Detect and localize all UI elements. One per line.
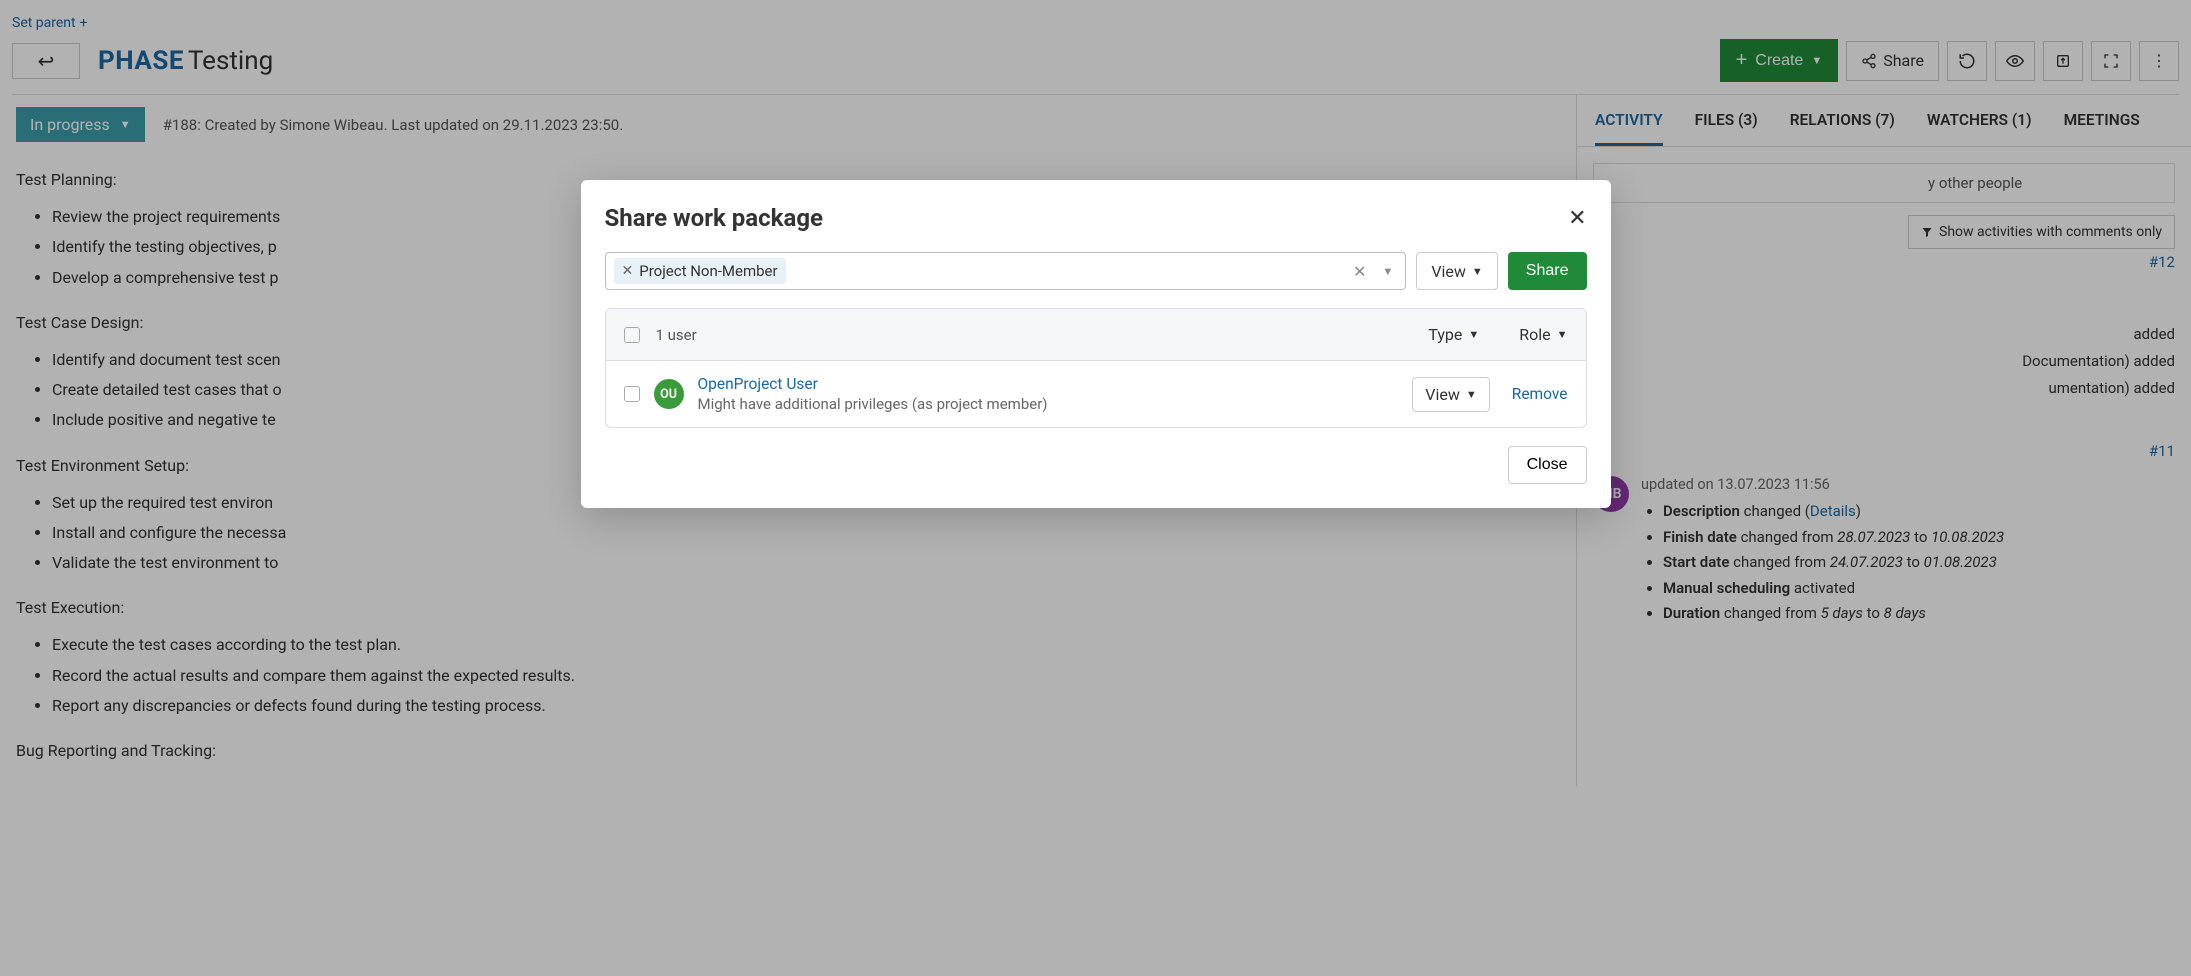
modal-close-button[interactable]: ✕ (1568, 205, 1586, 231)
share-button[interactable]: Share (1508, 252, 1587, 290)
row-permission-select[interactable]: View ▼ (1412, 377, 1489, 412)
chevron-down-icon: ▼ (1472, 265, 1483, 278)
row-permission-label: View (1425, 385, 1460, 404)
table-row: OU OpenProject User Might have additiona… (606, 361, 1586, 427)
permission-select[interactable]: View ▼ (1416, 252, 1497, 290)
chip-label: Project Non-Member (639, 262, 777, 280)
avatar[interactable]: OU (654, 379, 684, 409)
user-subtitle: Might have additional privileges (as pro… (698, 395, 1048, 413)
close-icon: ✕ (1568, 205, 1586, 230)
chevron-down-icon[interactable]: ▼ (1378, 265, 1397, 278)
user-select-input[interactable]: ✕ Project Non-Member ✕ ▼ (605, 252, 1407, 290)
chevron-down-icon: ▼ (1557, 328, 1568, 341)
chevron-down-icon: ▼ (1468, 328, 1479, 341)
share-modal: Share work package ✕ ✕ Project Non-Membe… (581, 180, 1611, 508)
modal-title: Share work package (605, 204, 823, 232)
permission-label: View (1431, 262, 1466, 281)
clear-icon[interactable]: ✕ (1347, 262, 1372, 281)
select-all-checkbox[interactable] (624, 327, 640, 343)
chip-remove-icon[interactable]: ✕ (622, 263, 634, 279)
close-button[interactable]: Close (1508, 446, 1587, 484)
remove-link[interactable]: Remove (1512, 385, 1568, 403)
user-name-link[interactable]: OpenProject User (698, 375, 1048, 393)
user-chip: ✕ Project Non-Member (614, 258, 786, 284)
row-checkbox[interactable] (624, 386, 640, 402)
chevron-down-icon: ▼ (1466, 388, 1477, 401)
type-column-header[interactable]: Type ▼ (1428, 325, 1479, 344)
user-count: 1 user (656, 326, 697, 344)
role-column-header[interactable]: Role ▼ (1519, 325, 1567, 344)
